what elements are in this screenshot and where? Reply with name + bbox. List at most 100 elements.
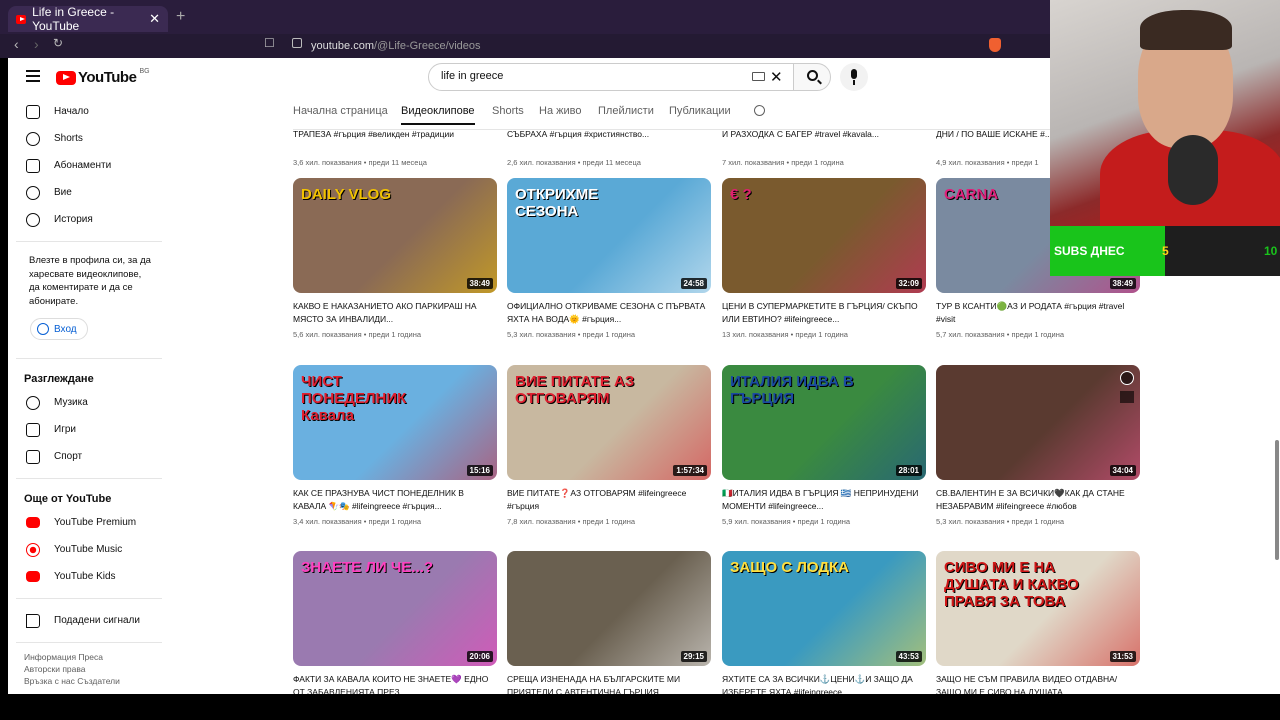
video-thumbnail[interactable]: ОТКРИХМЕ СЕЗОНА 24:58 [507,178,711,293]
sidebar-item-shorts[interactable]: Shorts [8,125,168,152]
video-card[interactable]: 29:15 СРЕЩА ИЗНЕНАДА НА БЪЛГАРСКИТЕ МИ ПР… [507,551,711,694]
sidebar-item-music[interactable]: Музика [8,389,168,416]
brave-shield-icon[interactable] [989,38,1001,52]
video-title[interactable]: ВИЕ ПИТАТЕ❓АЗ ОТГОВАРЯМ #lifeingreece #г… [507,487,711,513]
subs-label: SUBS ДНЕС [1054,244,1125,258]
video-title[interactable]: СВ.ВАЛЕНТИН Е ЗА ВСИЧКИ🖤КАК ДА СТАНЕ НЕЗ… [936,487,1140,513]
subs-value: 5 [1162,244,1169,258]
reload-icon[interactable]: ↻ [53,36,63,50]
video-card[interactable]: ЗАЩО С ЛОДКА 43:53 ЯХТИТЕ СА ЗА ВСИЧКИ⚓ЦЕН… [722,551,926,694]
video-card[interactable]: ИТАЛИЯ ИДВА В ГЪРЦИЯ 28:01 🇮🇹ИТАЛИЯ ИДВА В… [722,365,926,526]
sidebar-item-history[interactable]: История [8,206,168,233]
video-card[interactable]: 34:04 СВ.ВАЛЕНТИН Е ЗА ВСИЧКИ🖤КАК ДА СТАН… [936,365,1140,526]
search-input[interactable]: life in greece [428,63,798,91]
footer-link-line[interactable]: Връзка с нас Създатели [8,675,168,687]
video-title[interactable]: КАК СЕ ПРАЗНУВА ЧИСТ ПОНЕДЕЛНИК В КАВАЛА… [293,487,497,513]
video-thumbnail[interactable]: DAILY VLOG 38:49 [293,178,497,293]
search-icon [807,70,818,81]
voice-search-button[interactable] [840,63,868,91]
video-meta: 5,3 хил. показвания • преди 1 година [936,517,1065,526]
divider [16,598,162,599]
site-info-icon[interactable] [292,38,302,48]
video-thumbnail[interactable]: 34:04 [936,365,1140,480]
video-title[interactable]: СЪБРАХА #гърция #християнство... [507,128,711,154]
subs-goal: 10 [1264,244,1278,258]
video-title[interactable]: СРЕЩА ИЗНЕНАДА НА БЪЛГАРСКИТЕ МИ ПРИЯТЕЛ… [507,673,711,694]
bookmark-icon[interactable]: ☐ [264,36,275,50]
channel-search-icon[interactable] [754,105,765,116]
video-card[interactable]: ОТКРИХМЕ СЕЗОНА 24:58 ОФИЦИАЛНО ОТКРИВАМЕ … [507,178,711,339]
divider [16,241,162,242]
footer-link-line[interactable]: Информация Преса [8,651,168,663]
sidebar-item-home[interactable]: Начало [8,98,168,125]
video-title[interactable]: ЗАЩО НЕ СЪМ ПРАВИЛА ВИДЕО ОТДАВНА/ЗАЩО М… [936,673,1140,694]
video-thumbnail[interactable]: ЗАЩО С ЛОДКА 43:53 [722,551,926,666]
youtube-kids-icon [26,571,40,582]
video-thumbnail[interactable]: СИВО МИ Е НА ДУШАТА И КАКВО ПРАВЯ ЗА ТОВ… [936,551,1140,666]
close-tab-icon[interactable]: ✕ [149,11,160,27]
search-button[interactable] [793,63,831,91]
video-thumbnail[interactable]: ИТАЛИЯ ИДВА В ГЪРЦИЯ 28:01 [722,365,926,480]
sidebar-item-label: Музика [54,397,88,408]
tab-posts[interactable]: Публикации [669,105,731,117]
video-title[interactable]: КАКВО Е НАКАЗАНИЕТО АКО ПАРКИРАШ НА МЯСТ… [293,300,497,326]
subs-goal-widget: SUBS ДНЕС 5 10 [1050,226,1280,276]
sidebar-item-you[interactable]: Вие [8,179,168,206]
sidebar-item-kids[interactable]: YouTube Kids [8,563,168,590]
video-duration: 43:53 [895,651,922,662]
shorts-icon [26,131,40,146]
video-title[interactable]: ОФИЦИАЛНО ОТКРИВАМЕ СЕЗОНА С ПЪРВАТА ЯХТ… [507,300,711,326]
sidebar-item-reports[interactable]: Подадени сигнали [8,607,168,634]
youtube-logo[interactable]: YouTube BG [56,68,150,86]
video-thumbnail[interactable]: 29:15 [507,551,711,666]
tab-live[interactable]: На живо [539,105,581,117]
signin-button[interactable]: Вход [30,318,88,340]
sidebar-item-music-app[interactable]: YouTube Music [8,536,168,563]
add-to-queue-icon[interactable] [1120,391,1134,403]
video-title[interactable]: ЯХТИТЕ СА ЗА ВСИЧКИ⚓ЦЕНИ⚓И ЗАЩО ДА ИЗБЕР… [722,673,926,694]
video-card[interactable]: ТРАПЕЗА #гърция #великден #традиции 3,6 х… [293,128,497,167]
thumbnail-text: DAILY VLOG [301,186,392,203]
browser-tab[interactable]: Life in Greece - YouTube ✕ [8,5,168,33]
video-title[interactable]: ЦЕНИ В СУПЕРМАРКЕТИТЕ В ГЪРЦИЯ/ СКЪПО ИЛ… [722,300,926,326]
video-card[interactable]: ВИЕ ПИТАТЕ АЗ ОТГОВАРЯМ 1:57:34 ВИЕ ПИТАТЕ… [507,365,711,526]
sidebar-item-subscriptions[interactable]: Абонаменти [8,152,168,179]
page-scrollbar[interactable] [1275,440,1279,560]
tab-videos[interactable]: Видеоклипове [401,105,475,125]
tab-home[interactable]: Начална страница [293,105,388,117]
video-title[interactable]: 🇮🇹ИТАЛИЯ ИДВА В ГЪРЦИЯ 🇬🇷 НЕПРИНУДЕНИ МО… [722,487,926,513]
video-card[interactable]: И РАЗХОДКА С БАГЕР #travel #kavala... 7 х… [722,128,926,167]
footer-link-line[interactable]: Авторски права [8,663,168,675]
video-thumbnail[interactable]: ВИЕ ПИТАТЕ АЗ ОТГОВАРЯМ 1:57:34 [507,365,711,480]
sidebar-item-label: Вие [54,187,72,198]
video-card[interactable]: DAILY VLOG 38:49 КАКВО Е НАКАЗАНИЕТО АКО П… [293,178,497,339]
keyboard-icon[interactable] [752,72,765,81]
video-title[interactable]: ТУР В КСАНТИ🟢АЗ И РОДАТА #гърция #travel… [936,300,1140,326]
video-title[interactable]: ФАКТИ ЗА КАВАЛА КОИТО НЕ ЗНАЕТЕ💜 ЕДНО ОТ… [293,673,497,694]
video-card[interactable]: ЗНАЕТЕ ЛИ ЧЕ...? 20:06 ФАКТИ ЗА КАВАЛА КОИ… [293,551,497,694]
video-thumbnail[interactable]: € ? 32:09 [722,178,926,293]
back-icon[interactable]: ‹ [14,36,19,52]
trophy-icon [26,449,40,464]
tab-shorts[interactable]: Shorts [492,105,524,117]
watch-later-icon[interactable] [1120,371,1134,385]
sidebar-item-gaming[interactable]: Игри [8,416,168,443]
tab-playlists[interactable]: Плейлисти [598,105,654,117]
video-title[interactable]: ТРАПЕЗА #гърция #великден #традиции [293,128,497,154]
video-card[interactable]: СИВО МИ Е НА ДУШАТА И КАКВО ПРАВЯ ЗА ТОВ… [936,551,1140,694]
video-duration: 29:15 [680,651,707,662]
address-bar[interactable]: youtube.com/@Life-Greece/videos [286,36,976,56]
menu-icon[interactable] [26,70,40,82]
sidebar-item-premium[interactable]: YouTube Premium [8,509,168,536]
video-thumbnail[interactable]: ЧИСТ ПОНЕДЕЛНИК Кавала 15:16 [293,365,497,480]
new-tab-icon[interactable]: + [176,8,185,26]
sidebar-item-sports[interactable]: Спорт [8,443,168,470]
clear-search-icon[interactable]: ✕ [770,68,783,86]
video-title[interactable]: И РАЗХОДКА С БАГЕР #travel #kavala... [722,128,926,154]
video-card[interactable]: СЪБРАХА #гърция #християнство... 2,6 хил.… [507,128,711,167]
video-thumbnail[interactable]: ЗНАЕТЕ ЛИ ЧЕ...? 20:06 [293,551,497,666]
video-card[interactable]: ЧИСТ ПОНЕДЕЛНИК Кавала 15:16 КАК СЕ ПРАЗНУ… [293,365,497,526]
forward-icon[interactable]: › [34,36,39,52]
video-card[interactable]: € ? 32:09 ЦЕНИ В СУПЕРМАРКЕТИТЕ В ГЪРЦИЯ/ … [722,178,926,339]
tab-title: Life in Greece - YouTube [32,5,115,33]
